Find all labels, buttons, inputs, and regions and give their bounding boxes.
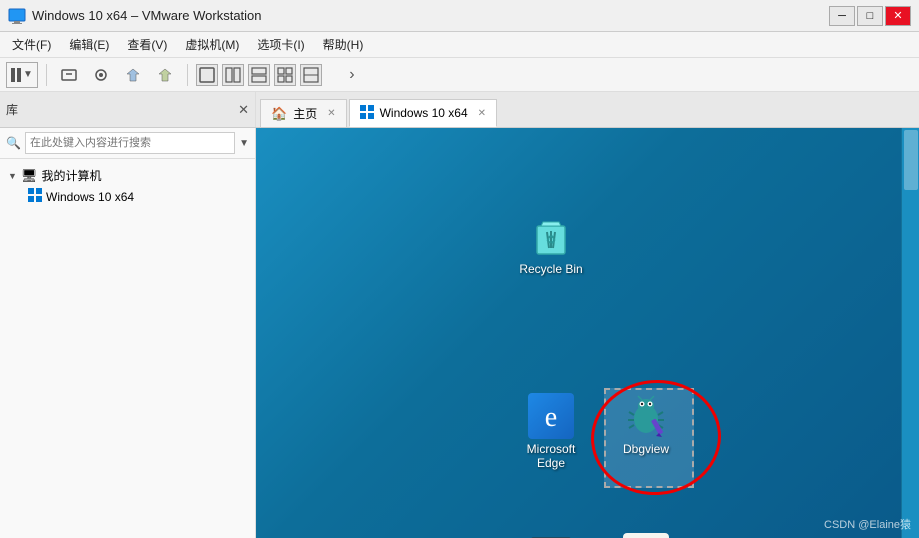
search-icon: 🔍 [6, 136, 21, 150]
search-input[interactable] [25, 132, 235, 154]
toolbar-sep-1 [46, 64, 47, 86]
tree-item-win10[interactable]: Windows 10 x64 [4, 186, 251, 207]
menu-view[interactable]: 查看(V) [119, 34, 175, 55]
sidebar: 🔍 ▼ ▼ 🖥 我的计算机 Windows 10 x64 [0, 128, 256, 538]
dbgview-label: Dbgview [623, 442, 669, 456]
control-panel-icon[interactable]: Control Panel [606, 528, 686, 538]
app-window: Windows 10 x64 – VMware Workstation ─ □ … [0, 0, 919, 538]
sidebar-search-bar: 🔍 ▼ [0, 128, 255, 159]
tab-list: 🏠 主页 ✕ Windows 10 x64 ✕ [256, 92, 499, 127]
this-pc-image [527, 532, 575, 538]
layout-btn-4[interactable] [274, 64, 296, 86]
library-label: 库 [6, 101, 18, 118]
right-scroll-panel [901, 128, 919, 538]
snapshot-button[interactable] [87, 62, 115, 88]
network-button[interactable] [119, 62, 147, 88]
layout-btn-2[interactable] [222, 64, 244, 86]
menu-tabs[interactable]: 选项卡(I) [249, 34, 312, 55]
send-ctrl-alt-del-button[interactable] [55, 62, 83, 88]
sidebar-header: 库 ✕ [0, 92, 256, 127]
home-tab-icon: 🏠 [271, 106, 287, 122]
menu-help[interactable]: 帮助(H) [315, 34, 372, 55]
tree-label-win10: Windows 10 x64 [46, 190, 134, 204]
vm-desktop[interactable]: ♻ Recycle Bin e [256, 128, 919, 538]
menu-bar: 文件(F) 编辑(E) 查看(V) 虚拟机(M) 选项卡(I) 帮助(H) [0, 32, 919, 58]
home-tab-close[interactable]: ✕ [327, 108, 335, 119]
sidebar-tree: ▼ 🖥 我的计算机 Windows 10 x64 [0, 159, 255, 213]
main-row: 🔍 ▼ ▼ 🖥 我的计算机 Windows 10 x64 [0, 128, 919, 538]
edge-label: Microsoft Edge [515, 442, 587, 470]
dbgview-image [622, 392, 670, 440]
vm-tree-icon [28, 188, 42, 205]
toolbar-sep-2 [187, 64, 188, 86]
dbgview-icon[interactable]: Dbgview [606, 388, 686, 460]
maximize-button[interactable]: □ [857, 6, 883, 26]
title-bar: Windows 10 x64 – VMware Workstation ─ □ … [0, 0, 919, 32]
svg-text:e: e [545, 402, 557, 433]
tab-home[interactable]: 🏠 主页 ✕ [260, 99, 347, 127]
win10-tab-icon [360, 105, 374, 122]
minimize-button[interactable]: ─ [829, 6, 855, 26]
search-dropdown-icon[interactable]: ▼ [239, 138, 249, 149]
pause-button[interactable]: ▼ [6, 62, 38, 88]
home-tab-label: 主页 [293, 105, 317, 122]
more-options-button[interactable]: › [338, 62, 366, 88]
usb-button[interactable] [151, 62, 179, 88]
edge-image: e [527, 392, 575, 440]
title-bar-text: Windows 10 x64 – VMware Workstation [32, 8, 823, 23]
tree-item-my-computer[interactable]: ▼ 🖥 我的计算机 [4, 165, 251, 186]
pause-dropdown-arrow[interactable]: ▼ [23, 69, 33, 80]
menu-edit[interactable]: 编辑(E) [61, 34, 117, 55]
vm-icon [8, 7, 26, 25]
pause-bar-right [17, 68, 21, 82]
sidebar-close-button[interactable]: ✕ [238, 102, 249, 118]
menu-file[interactable]: 文件(F) [4, 34, 59, 55]
toolbar: ▼ › [0, 58, 919, 92]
scroll-thumb[interactable] [904, 130, 918, 190]
recycle-bin-label: Recycle Bin [519, 262, 582, 276]
layout-btn-1[interactable] [196, 64, 218, 86]
tree-expand-icon: ▼ [8, 171, 17, 181]
recycle-bin-image: ♻ [527, 212, 575, 260]
watermark: CSDN @Elaine猿 [824, 516, 911, 532]
pause-bar-left [11, 68, 15, 82]
tab-win10[interactable]: Windows 10 x64 ✕ [349, 99, 497, 127]
svg-text:♻: ♻ [546, 233, 557, 247]
recycle-bin-icon[interactable]: ♻ Recycle Bin [511, 208, 591, 280]
close-button[interactable]: ✕ [885, 6, 911, 26]
tab-bar-row: 库 ✕ 🏠 主页 ✕ Windows 10 x64 ✕ [0, 92, 919, 128]
menu-vm[interactable]: 虚拟机(M) [177, 34, 247, 55]
title-bar-controls: ─ □ ✕ [829, 6, 911, 26]
layout-btn-5[interactable] [300, 64, 322, 86]
layout-btn-3[interactable] [248, 64, 270, 86]
win10-tab-close[interactable]: ✕ [478, 108, 486, 119]
control-panel-image [622, 532, 670, 538]
edge-icon[interactable]: e Microsoft Edge [511, 388, 591, 474]
this-pc-icon[interactable]: This PC [511, 528, 591, 538]
tree-label-my-computer: 我的计算机 [41, 167, 101, 184]
win10-tab-label: Windows 10 x64 [380, 106, 468, 120]
computer-icon: 🖥 [21, 168, 38, 184]
